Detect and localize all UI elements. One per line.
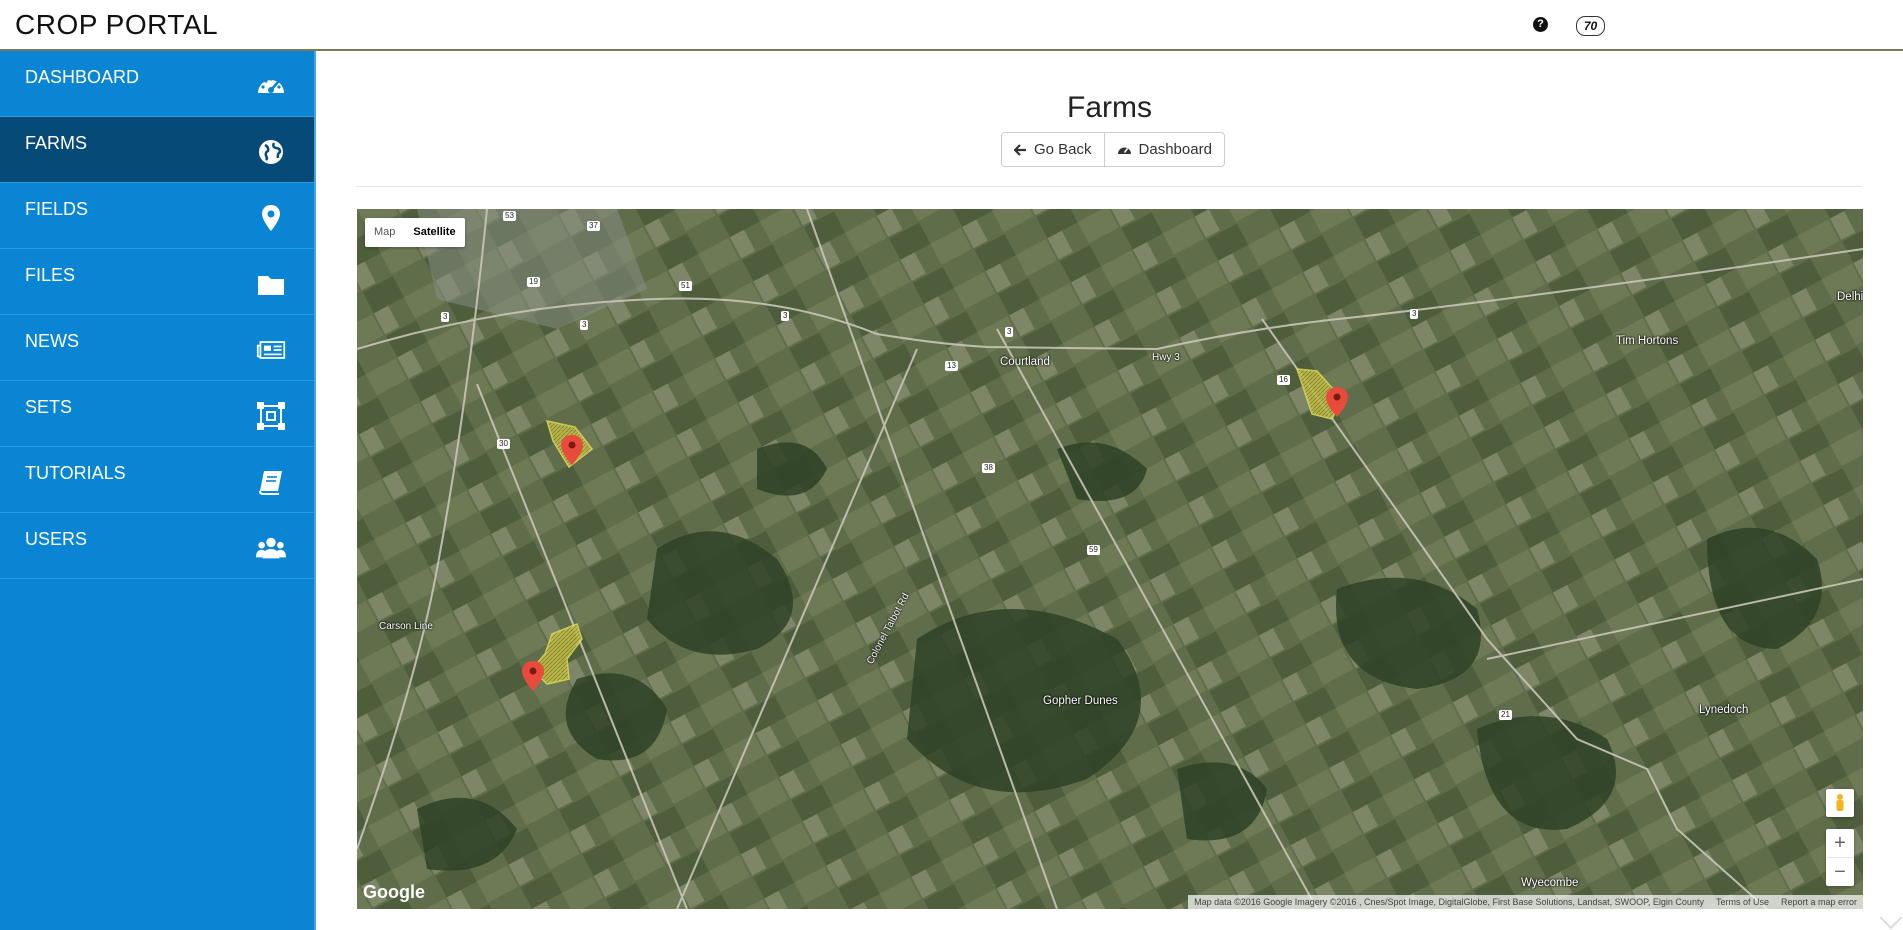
road-shield: 38 — [982, 463, 995, 473]
dashboard-gauge-icon — [258, 77, 284, 93]
sidebar-item-news[interactable]: NEWS — [0, 315, 314, 381]
sidebar-item-farms[interactable]: FARMS — [0, 117, 314, 183]
newspaper-icon — [256, 341, 286, 359]
main-content: Farms Go Back Dashboard Map Satellite Co… — [316, 51, 1903, 930]
road-shield: 3 — [1410, 309, 1419, 319]
road-shield: 53 — [503, 211, 516, 221]
place-label: Delhi — [1837, 291, 1863, 303]
sidebar-item-label: DASHBOARD — [25, 67, 140, 87]
road-label: Carson Line — [379, 621, 433, 632]
report-map-error-link[interactable]: Report a map error — [1781, 895, 1857, 909]
sidebar-item-files[interactable]: FILES — [0, 249, 314, 315]
road-shield: 13 — [945, 361, 958, 371]
zoom-out-button[interactable]: − — [1826, 857, 1854, 886]
place-label: Tim Hortons — [1616, 335, 1679, 347]
street-view-pegman-icon[interactable] — [1826, 789, 1854, 817]
vector-square-icon — [257, 402, 285, 430]
road-shield: 3 — [1005, 327, 1014, 337]
sidebar-item-users[interactable]: USERS — [0, 513, 314, 579]
road-shield: 30 — [497, 439, 510, 449]
sidebar-item-label: FARMS — [25, 133, 88, 153]
place-label: Lynedoch — [1699, 704, 1749, 716]
top-navbar: CROP PORTAL ? 70 — [0, 0, 1903, 51]
divider — [356, 186, 1862, 187]
sidebar-item-label: TUTORIALS — [25, 463, 126, 483]
sidebar-item-fields[interactable]: FIELDS — [0, 183, 314, 249]
map-attribution: Map data ©2016 Google Imagery ©2016 , Cn… — [1188, 895, 1863, 909]
users-icon — [256, 537, 286, 559]
map-type-satellite[interactable]: Satellite — [404, 218, 464, 247]
page-title: Farms — [1067, 91, 1152, 124]
map-pin-icon — [262, 205, 280, 231]
sidebar-item-tutorials[interactable]: TUTORIALS — [0, 447, 314, 513]
satellite-imagery — [357, 209, 1863, 909]
book-icon — [259, 471, 282, 495]
app-title[interactable]: CROP PORTAL — [15, 9, 218, 41]
sidebar-item-dashboard[interactable]: DASHBOARD — [0, 51, 314, 117]
place-label: Courtland — [1000, 356, 1050, 368]
sidebar-item-label: NEWS — [25, 331, 79, 351]
map-type-control: Map Satellite — [365, 218, 465, 247]
dashboard-label: Dashboard — [1138, 141, 1212, 158]
page-actions: Go Back Dashboard — [1001, 132, 1225, 167]
road-shield: 3 — [580, 320, 589, 330]
notification-badge[interactable]: 70 — [1576, 16, 1605, 36]
help-question-icon[interactable]: ? — [1533, 17, 1548, 32]
terms-link[interactable]: Terms of Use — [1716, 895, 1769, 909]
folder-icon — [258, 276, 284, 295]
sidebar-item-label: USERS — [25, 529, 88, 549]
place-label: Gopher Dunes — [1043, 695, 1118, 707]
road-shield: 59 — [1087, 545, 1100, 555]
zoom-in-button[interactable]: + — [1826, 829, 1854, 857]
sidebar-item-label: SETS — [25, 397, 73, 417]
road-shield: 16 — [1277, 375, 1290, 385]
go-back-label: Go Back — [1034, 141, 1092, 158]
road-label: Hwy 3 — [1152, 352, 1180, 363]
road-shield: 37 — [587, 221, 600, 231]
globe-icon — [259, 140, 283, 164]
attribution-text: Map data ©2016 Google Imagery ©2016 , Cn… — [1194, 897, 1704, 907]
place-label: Wyecombe — [1521, 877, 1579, 889]
zoom-control: + − — [1826, 829, 1854, 886]
road-shield: 51 — [679, 281, 692, 291]
farms-map[interactable]: Map Satellite Courtland Gopher Dunes Tim… — [357, 209, 1863, 909]
road-shield: 21 — [1499, 710, 1512, 720]
go-back-button[interactable]: Go Back — [1002, 133, 1104, 166]
arrow-left-icon — [1014, 143, 1026, 156]
resize-handle-icon[interactable] — [1879, 906, 1903, 930]
sidebar-item-sets[interactable]: SETS — [0, 381, 314, 447]
sidebar-item-label: FILES — [25, 265, 76, 285]
google-logo: Google — [363, 882, 425, 902]
road-shield: 19 — [527, 277, 540, 287]
map-type-map[interactable]: Map — [365, 218, 404, 247]
dashboard-gauge-icon — [1117, 147, 1131, 154]
sidebar: DASHBOARD FARMS FIELDS FILES NEWS SETS T… — [0, 51, 316, 930]
road-shield: 3 — [441, 312, 450, 322]
road-shield: 3 — [781, 311, 790, 321]
sidebar-item-label: FIELDS — [25, 199, 89, 219]
dashboard-button[interactable]: Dashboard — [1103, 133, 1224, 166]
